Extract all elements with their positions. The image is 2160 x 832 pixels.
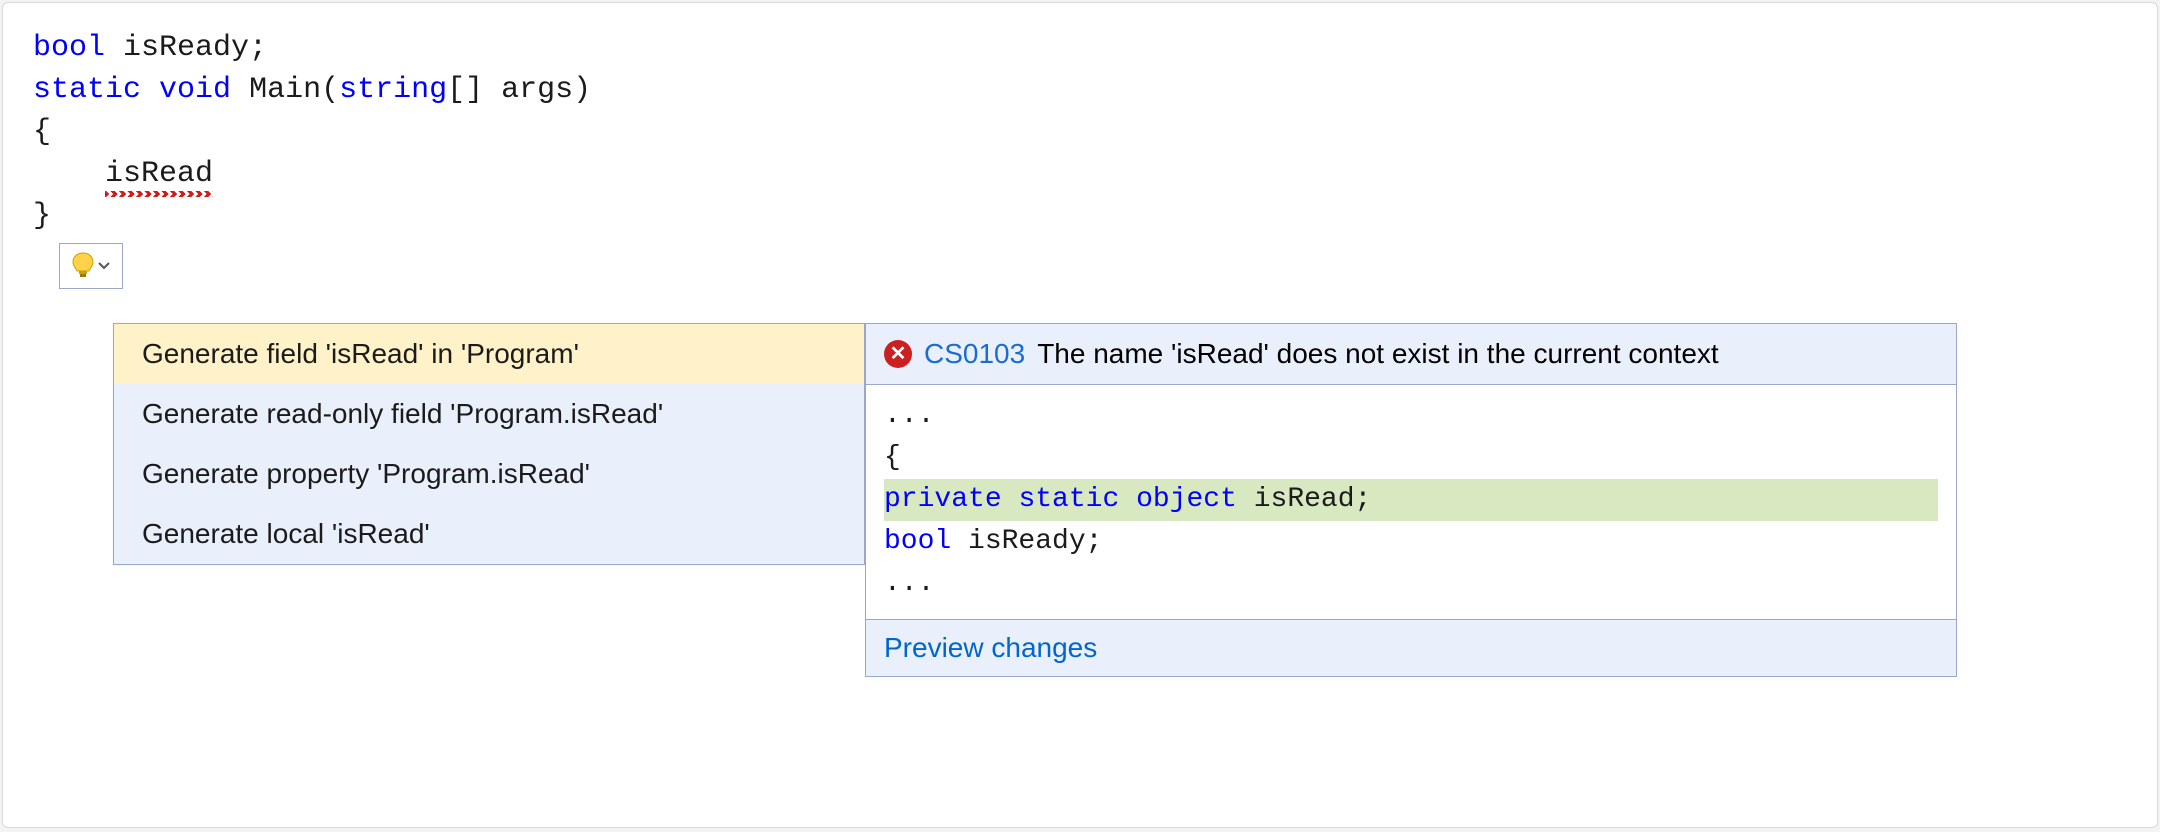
chevron-down-icon — [98, 262, 110, 270]
error-code: CS0103 — [924, 338, 1025, 370]
identifier-isready: isReady; — [123, 31, 267, 65]
keyword-private: private — [884, 484, 1002, 515]
diff-kept-line: bool isReady; — [884, 521, 1938, 563]
code-editor-window: bool isReady; static void Main(string[] … — [2, 2, 2158, 828]
method-main: Main( — [249, 73, 339, 107]
code-area[interactable]: bool isReady; static void Main(string[] … — [33, 27, 2127, 237]
diff-preview: ... { private static object isRead; bool… — [866, 385, 1956, 619]
keyword-bool: bool — [884, 526, 951, 557]
fix-preview-panel: ✕ CS0103 The name 'isRead' does not exis… — [865, 323, 1957, 677]
diff-ellipsis: ... — [884, 563, 1938, 605]
brace-open: { — [33, 115, 51, 149]
keyword-bool: bool — [33, 31, 105, 65]
brace-close: } — [33, 199, 51, 233]
preview-footer: Preview changes — [866, 619, 1956, 676]
diff-added-line: private static object isRead; — [884, 479, 1938, 521]
keyword-static: static — [1018, 484, 1119, 515]
quick-actions-button[interactable] — [59, 243, 123, 289]
preview-changes-link[interactable]: Preview changes — [884, 632, 1097, 663]
error-icon: ✕ — [884, 340, 912, 368]
diff-ellipsis: ... — [884, 395, 1938, 437]
suggestion-generate-local[interactable]: Generate local 'isRead' — [114, 504, 864, 564]
param-args: args) — [483, 73, 591, 107]
keyword-void: void — [159, 73, 231, 107]
error-message: The name 'isRead' does not exist in the … — [1037, 338, 1719, 370]
keyword-string: string — [339, 73, 447, 107]
suggestion-generate-readonly[interactable]: Generate read-only field 'Program.isRead… — [114, 384, 864, 444]
keyword-object: object — [1136, 484, 1237, 515]
identifier-isready: isReady; — [951, 526, 1102, 557]
error-identifier-isread[interactable]: isRead — [105, 153, 213, 195]
quick-actions-menu: Generate field 'isRead' in 'Program' Gen… — [113, 323, 865, 565]
indent — [33, 157, 105, 191]
keyword-static: static — [33, 73, 141, 107]
lightbulb-icon — [72, 252, 94, 280]
suggestion-generate-property[interactable]: Generate property 'Program.isRead' — [114, 444, 864, 504]
suggestion-generate-field[interactable]: Generate field 'isRead' in 'Program' — [114, 324, 864, 384]
brackets: [] — [447, 73, 483, 107]
error-header: ✕ CS0103 The name 'isRead' does not exis… — [866, 324, 1956, 385]
identifier-isread: isRead; — [1237, 484, 1371, 515]
diff-brace-open: { — [884, 437, 1938, 479]
